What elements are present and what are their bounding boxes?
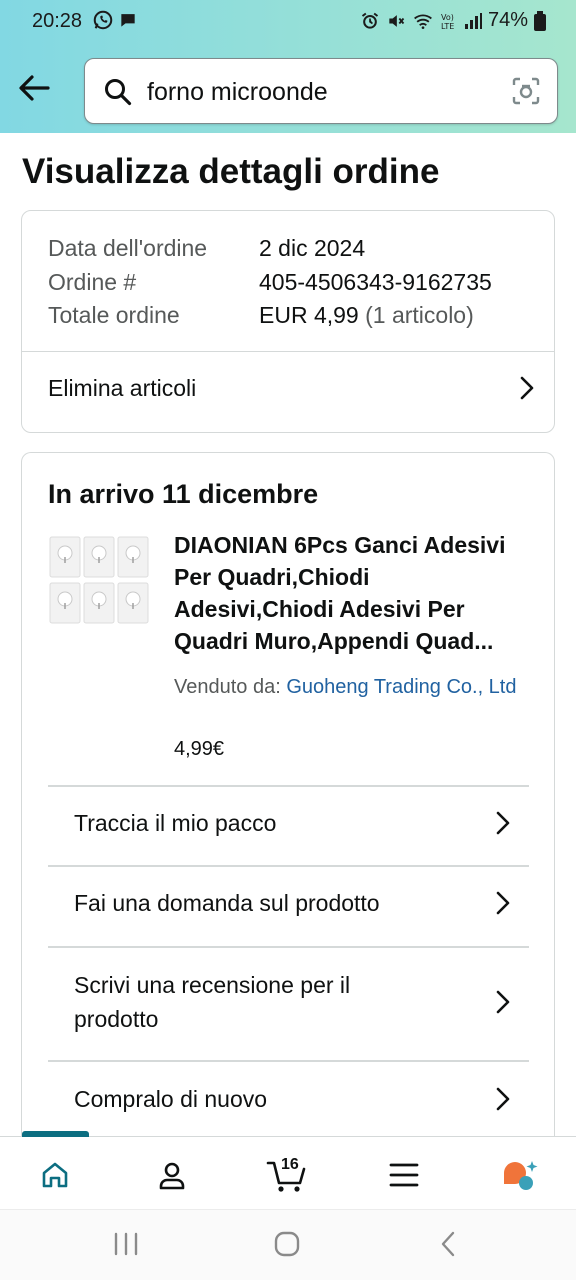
- order-summary-card: Data dell'ordine 2 dic 2024 Ordine # 405…: [21, 210, 555, 433]
- svg-text:Vo): Vo): [441, 13, 454, 22]
- app-header: 20:28 Vo) LTE 74%: [0, 0, 576, 133]
- product-price: 4,99€: [174, 738, 225, 760]
- seller-info: Venduto da: Guoheng Trading Co., Ltd: [174, 671, 534, 703]
- chevron-right-icon: [496, 990, 510, 1014]
- seller-prefix: Venduto da:: [174, 676, 287, 698]
- ask-question-label: Fai una domanda sul prodotto: [74, 890, 380, 916]
- nav-home[interactable]: [35, 1157, 75, 1193]
- mute-icon: [389, 14, 405, 27]
- divider: [48, 1060, 529, 1062]
- product-image[interactable]: [48, 533, 152, 629]
- whatsapp-icon: [93, 10, 113, 30]
- search-bar[interactable]: [84, 58, 558, 124]
- order-date-label: Data dell'ordine: [48, 235, 208, 261]
- chat-icon: [121, 14, 135, 27]
- wifi-icon: [414, 13, 432, 29]
- recent-apps-icon[interactable]: [113, 1230, 139, 1258]
- back-nav-icon[interactable]: [438, 1230, 458, 1258]
- order-date-value: 2 dic 2024: [259, 235, 366, 261]
- order-total-items: (1 articolo): [365, 302, 474, 328]
- chevron-right-icon: [520, 376, 534, 400]
- nav-account[interactable]: [152, 1157, 192, 1193]
- search-input[interactable]: [147, 72, 487, 112]
- cart-count-badge: 16: [281, 1156, 299, 1173]
- track-package-button[interactable]: Traccia il mio pacco: [74, 806, 510, 840]
- order-total-value: EUR 4,99: [259, 302, 359, 328]
- search-icon: [105, 79, 132, 106]
- buy-again-label: Compralo di nuovo: [74, 1086, 268, 1112]
- page-title: Visualizza dettagli ordine: [22, 152, 440, 191]
- bottom-navigation: 16: [0, 1131, 576, 1209]
- ask-question-button[interactable]: Fai una domanda sul prodotto: [74, 886, 510, 920]
- arrow-left-icon: [19, 75, 50, 101]
- divider: [48, 785, 529, 787]
- track-package-label: Traccia il mio pacco: [74, 810, 277, 836]
- user-icon: [159, 1162, 185, 1190]
- shipment-card: In arrivo 11 dicembre DIAONIAN 6Pcs Ganc…: [21, 452, 555, 1172]
- status-time: 20:28: [32, 10, 83, 32]
- order-number-label: Ordine #: [48, 269, 137, 295]
- divider: [48, 946, 529, 948]
- home-button-icon[interactable]: [273, 1230, 301, 1258]
- system-navigation-bar: [0, 1209, 576, 1280]
- write-review-button[interactable]: Scrivi una recensione per il prodotto: [74, 968, 510, 1036]
- arrival-date: In arrivo 11 dicembre: [48, 479, 319, 509]
- divider: [48, 865, 529, 867]
- chevron-right-icon: [496, 811, 510, 835]
- hamburger-menu-icon: [389, 1163, 419, 1187]
- battery-percent: 74%: [487, 9, 528, 31]
- order-number-value: 405-4506343-9162735: [259, 269, 492, 295]
- back-button[interactable]: [14, 68, 54, 108]
- battery-icon: [534, 10, 546, 31]
- order-total-label: Totale ordine: [48, 302, 180, 328]
- remove-items-button[interactable]: Elimina articoli: [48, 371, 534, 405]
- home-icon: [42, 1162, 68, 1188]
- write-review-label: Scrivi una recensione per il prodotto: [74, 972, 351, 1032]
- nav-menu[interactable]: [384, 1157, 424, 1193]
- active-tab-indicator: [22, 1131, 89, 1137]
- alarm-icon: [361, 12, 379, 29]
- remove-items-label: Elimina articoli: [48, 374, 197, 401]
- seller-link[interactable]: Guoheng Trading Co., Ltd: [286, 676, 516, 698]
- volte-icon: Vo)LTE: [441, 13, 454, 31]
- rufus-assistant-icon: [504, 1161, 538, 1190]
- divider: [22, 351, 554, 352]
- svg-text:LTE: LTE: [441, 22, 454, 31]
- signal-icon: [464, 12, 482, 29]
- chevron-right-icon: [496, 891, 510, 915]
- product-title[interactable]: DIAONIAN 6Pcs Ganci Adesivi Per Quadri,C…: [174, 529, 534, 657]
- camera-search-icon[interactable]: [511, 76, 541, 106]
- chevron-right-icon: [496, 1087, 510, 1111]
- buy-again-button[interactable]: Compralo di nuovo: [74, 1082, 510, 1116]
- status-bar: 20:28 Vo) LTE 74%: [0, 0, 576, 44]
- nav-rufus[interactable]: [500, 1157, 540, 1193]
